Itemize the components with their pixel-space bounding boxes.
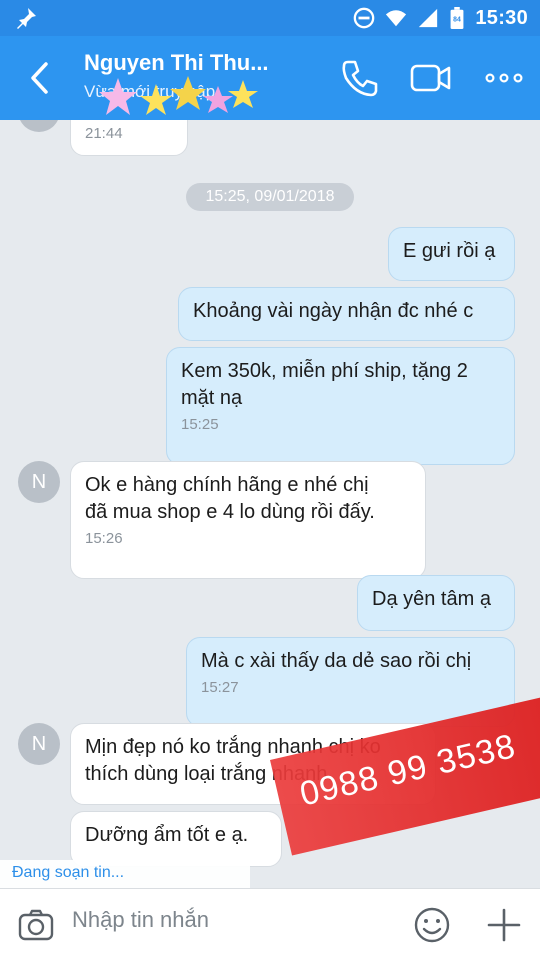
wifi-icon [386,10,407,27]
message-outgoing[interactable]: Dạ yên tâm ạ [357,575,515,631]
contact-avatar[interactable]: N [18,461,60,503]
message-text: đã mua shop e 4 lo dùng rồi đấy. [85,501,375,523]
conversation-header: Nguyen Thi Thu... Vừa mới truy cập [0,36,540,120]
message-text: Mà c xài thấy da dẻ sao rồi chị [201,650,472,672]
status-bar: 84 15:30 [0,0,540,36]
date-separator: 15:25, 09/01/2018 [186,183,354,211]
message-text: Dưỡng ẩm tốt e ạ. [85,824,249,846]
camera-icon[interactable] [16,905,56,945]
message-outgoing[interactable]: E gưi rồi ạ [388,227,515,281]
video-call-icon[interactable] [408,56,452,100]
message-text: Kem 350k, miễn phí ship, tặng 2 [181,360,468,382]
smile-icon[interactable] [412,905,452,945]
message-outgoing[interactable]: Mà c xài thấy da dẻ sao rồi chị 15:27 [186,637,515,727]
back-chevron-icon[interactable] [22,58,58,98]
contact-status: Vừa mới truy cập [84,82,216,101]
typing-indicator: Đang soạn tin... [0,860,250,888]
message-composer: Nhập tin nhắn [0,888,540,960]
contact-name[interactable]: Nguyen Thi Thu... [84,48,314,78]
phone-call-icon[interactable] [338,56,382,100]
message-time: 15:26 [85,530,123,547]
message-time: 21:44 [85,125,123,142]
pin-icon [17,8,36,29]
status-time: 15:30 [475,6,528,29]
message-outgoing[interactable]: Kem 350k, miễn phí ship, tặng 2 mặt nạ 1… [166,347,515,465]
signal-icon [419,8,438,28]
message-incoming[interactable]: Dưỡng ẩm tốt e ạ. [70,811,282,867]
message-text: Ok e hàng chính hãng e nhé chị [85,474,369,496]
message-text: Khoảng vài ngày nhận đc nhé c [193,300,474,322]
message-input[interactable]: Nhập tin nhắn [72,907,209,933]
message-text: E gưi rồi ạ [403,240,496,262]
contact-avatar[interactable]: N [18,723,60,765]
message-outgoing[interactable]: Khoảng vài ngày nhận đc nhé c [178,287,515,341]
message-text: Ừ. [85,120,173,121]
message-incoming[interactable]: Ừ. 21:44 [70,120,188,156]
do-not-disturb-icon [354,7,375,29]
plus-icon[interactable] [484,905,524,945]
message-time: 15:27 [201,679,239,696]
message-text: mặt nạ [181,387,243,409]
battery-icon: 84 [450,7,464,29]
message-text: Dạ yên tâm ạ [372,588,491,610]
message-time: 15:25 [181,416,219,433]
message-incoming[interactable]: Ok e hàng chính hãng e nhé chị đã mua sh… [70,461,426,579]
battery-level: 84 [454,17,462,24]
more-options-icon[interactable] [482,56,526,100]
contact-avatar[interactable]: N [18,120,60,132]
